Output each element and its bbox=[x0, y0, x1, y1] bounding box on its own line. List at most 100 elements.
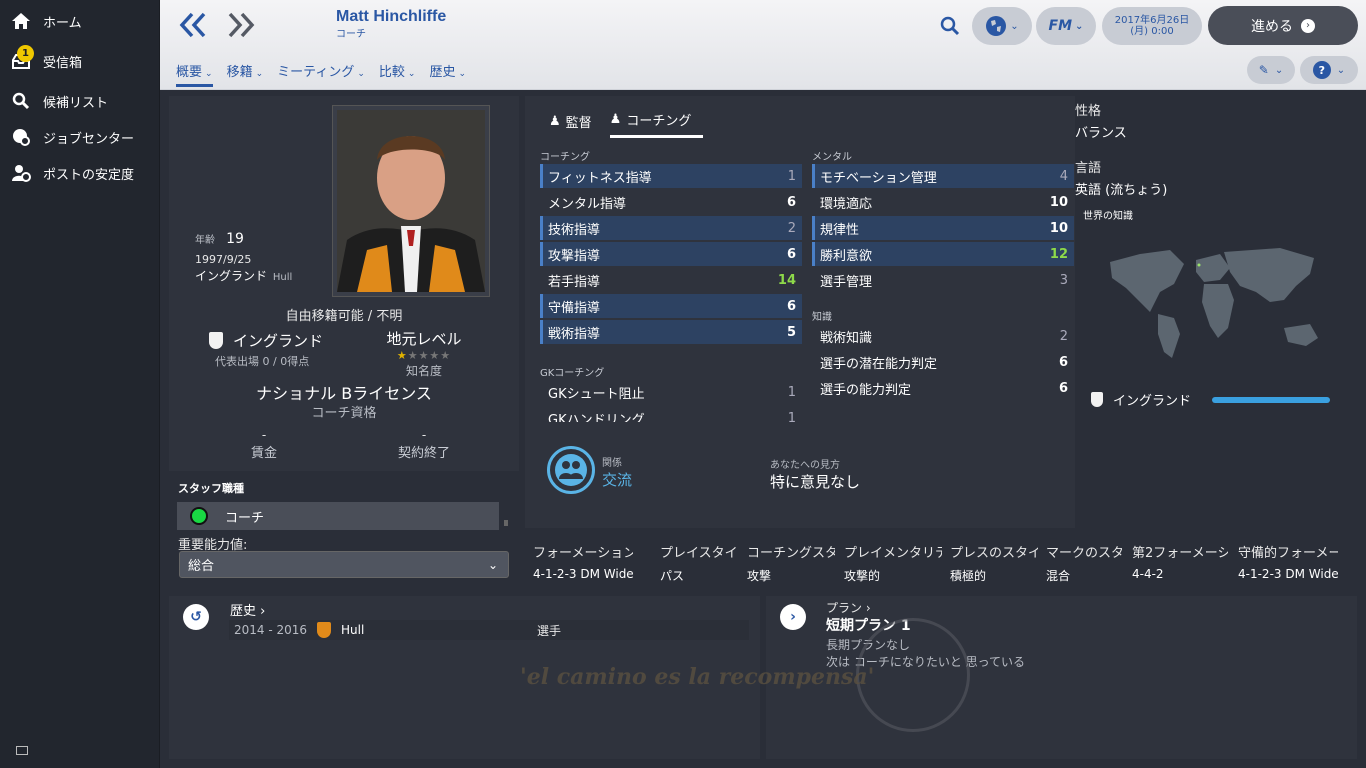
staff-role-title: スタッフ職種 bbox=[178, 482, 244, 495]
history-years: 2014 - 2016 bbox=[234, 623, 308, 637]
attr-value: 1 bbox=[787, 410, 796, 423]
attribute-row[interactable]: 選手の潜在能力判定 6 bbox=[812, 350, 1074, 374]
tab-compare[interactable]: 比較 ⌄ bbox=[379, 61, 416, 87]
attribute-row[interactable]: GKハンドリング 1 bbox=[540, 406, 802, 423]
sidebar-item-home[interactable]: ホーム bbox=[0, 3, 159, 39]
tab-bar: 概要 ⌄ 移籍 ⌄ ミーティング ⌄ 比較 ⌄ 歴史 ⌄ bbox=[176, 61, 466, 87]
attribute-row[interactable]: 攻撃指導 6 bbox=[540, 242, 802, 266]
attribute-row[interactable]: GKシュート阻止 1 bbox=[540, 380, 802, 404]
tactic-body: 攻撃 bbox=[747, 569, 772, 583]
relation-value: 交流 bbox=[602, 471, 633, 489]
half-star-icon: ★ bbox=[396, 349, 408, 362]
subtab-coaching[interactable]: ♟ コーチング bbox=[609, 110, 704, 138]
attr-name: GKハンドリング bbox=[548, 412, 645, 423]
opinion-value: 特に意見なし bbox=[770, 473, 861, 491]
back-button[interactable] bbox=[178, 10, 208, 48]
job-center-icon bbox=[10, 126, 32, 148]
reputation: 地元レベル bbox=[386, 330, 462, 348]
attribute-row[interactable]: メンタル指導 6 bbox=[540, 190, 802, 214]
sidebar-item-job-security[interactable]: ポストの安定度 bbox=[0, 155, 159, 191]
home-icon bbox=[10, 10, 32, 32]
attribute-row[interactable]: 若手指導 14 bbox=[540, 268, 802, 292]
sidebar-item-inbox[interactable]: 1 受信箱 bbox=[0, 43, 159, 79]
player-photo bbox=[333, 106, 489, 296]
tab-transfer[interactable]: 移籍 ⌄ bbox=[227, 61, 264, 87]
tactic-body: 4-4-2 bbox=[1132, 567, 1164, 581]
key-attr-select[interactable]: 総合 ⌄ bbox=[179, 551, 509, 578]
plan-button[interactable]: › bbox=[780, 604, 806, 630]
tab-label: ミーティング bbox=[277, 65, 355, 80]
contract-label: 契約終了 bbox=[397, 446, 450, 461]
pencil-icon: ✎ bbox=[1258, 63, 1269, 77]
attribute-row[interactable]: 戦術知識 2 bbox=[812, 324, 1074, 348]
search-icon bbox=[10, 90, 32, 112]
sidebar-item-label: 受信箱 bbox=[43, 55, 83, 71]
section-title: メンタル bbox=[812, 152, 852, 163]
knowledge-country: イングランド bbox=[1113, 394, 1192, 409]
table-row[interactable]: 2014 - 2016 Hull 選手 bbox=[229, 620, 749, 640]
attribute-row[interactable]: モチベーション管理 4 bbox=[812, 164, 1074, 188]
england-crest-icon bbox=[209, 332, 223, 349]
coaching-attributes: コーチング フィットネス指導 1 メンタル指導 6 技術指導 2 攻撃指導 6 若手指導… bbox=[540, 148, 802, 346]
attr-name: モチベーション管理 bbox=[820, 170, 937, 186]
continue-button[interactable]: 進める › bbox=[1208, 6, 1358, 45]
inbox-badge: 1 bbox=[17, 45, 34, 62]
attribute-row[interactable]: 選手の能力判定 6 bbox=[812, 376, 1074, 400]
history-button[interactable]: ↺ bbox=[183, 604, 209, 630]
attr-value: 5 bbox=[786, 324, 796, 340]
tactic-item: プレイスタイルパス bbox=[660, 542, 736, 584]
staff-role-item[interactable]: コーチ bbox=[177, 502, 499, 530]
search-button[interactable] bbox=[940, 16, 960, 40]
attr-value: 10 bbox=[1049, 220, 1068, 236]
attr-name: 戦術指導 bbox=[548, 326, 601, 342]
fm-menu-button[interactable]: FM ⌄ bbox=[1036, 7, 1096, 45]
attribute-row[interactable]: 技術指導 2 bbox=[540, 216, 802, 240]
attribute-row[interactable]: フィットネス指導 1 bbox=[540, 164, 802, 188]
england-crest-icon bbox=[1091, 392, 1103, 407]
relation-label: 関係 bbox=[602, 458, 622, 469]
date-display[interactable]: 2017年6月26日 (月) 0:00 bbox=[1102, 7, 1202, 45]
language-label: 言語 bbox=[1075, 161, 1102, 176]
tactic-body: 混合 bbox=[1046, 569, 1071, 583]
screen-icon[interactable] bbox=[16, 746, 28, 755]
attribute-row[interactable]: 選手管理 3 bbox=[812, 268, 1074, 292]
chevron-down-icon: ⌄ bbox=[255, 69, 264, 79]
sidebar-item-shortlist[interactable]: 候補リスト bbox=[0, 83, 159, 119]
attribute-row[interactable]: 環境適応 10 bbox=[812, 190, 1074, 214]
tab-overview[interactable]: 概要 ⌄ bbox=[176, 61, 213, 87]
help-menu-button[interactable]: ? ⌄ bbox=[1300, 56, 1358, 84]
attribute-row[interactable]: 規律性 10 bbox=[812, 216, 1074, 240]
fm-logo: FM bbox=[1048, 18, 1073, 34]
attribute-row[interactable]: 勝利意欲 12 bbox=[812, 242, 1074, 266]
attr-value: 6 bbox=[1058, 354, 1068, 370]
attr-name: 戦術知識 bbox=[820, 330, 873, 346]
attr-name: 攻撃指導 bbox=[548, 248, 601, 264]
attribute-row[interactable]: 戦術指導 5 bbox=[540, 320, 802, 344]
transfer-status: 自由移籍可能 / 不明 bbox=[285, 309, 403, 324]
sidebar: ホーム 1 受信箱 候補リスト ジョブセンター ポストの安定度 bbox=[0, 0, 160, 768]
world-map bbox=[1100, 242, 1336, 366]
sidebar-item-job-center[interactable]: ジョブセンター bbox=[0, 119, 159, 155]
forward-button[interactable] bbox=[226, 10, 256, 48]
personality-label: 性格 bbox=[1075, 104, 1102, 119]
tactic-head: フォーメーション bbox=[533, 546, 633, 561]
chevron-down-icon: ⌄ bbox=[1010, 20, 1019, 32]
tactic-head: プレイメンタリティ bbox=[844, 546, 942, 561]
tactic-item: コーチングスタイル攻撃 bbox=[747, 542, 835, 584]
attr-value: 6 bbox=[786, 298, 796, 314]
plan-title-link[interactable]: プラン › bbox=[826, 599, 871, 616]
tab-meeting[interactable]: ミーティング ⌄ bbox=[277, 61, 365, 87]
subtab-manager[interactable]: ♟ 監督 bbox=[549, 110, 592, 138]
attr-name: 選手の能力判定 bbox=[820, 382, 912, 398]
history-title-link[interactable]: 歴史 › bbox=[230, 600, 265, 619]
scrollbar[interactable] bbox=[504, 520, 508, 526]
world-menu-button[interactable]: ⌄ bbox=[972, 7, 1032, 45]
chevron-down-icon: ⌄ bbox=[487, 557, 498, 572]
chevron-right-icon: › bbox=[1301, 18, 1315, 33]
attr-name: 選手の潜在能力判定 bbox=[820, 356, 938, 372]
attribute-row[interactable]: 守備指導 6 bbox=[540, 294, 802, 318]
tab-history[interactable]: 歴史 ⌄ bbox=[429, 61, 466, 87]
attr-name: 勝利意欲 bbox=[820, 248, 873, 264]
relationship-icon bbox=[547, 446, 595, 494]
edit-menu-button[interactable]: ✎ ⌄ bbox=[1247, 56, 1295, 84]
